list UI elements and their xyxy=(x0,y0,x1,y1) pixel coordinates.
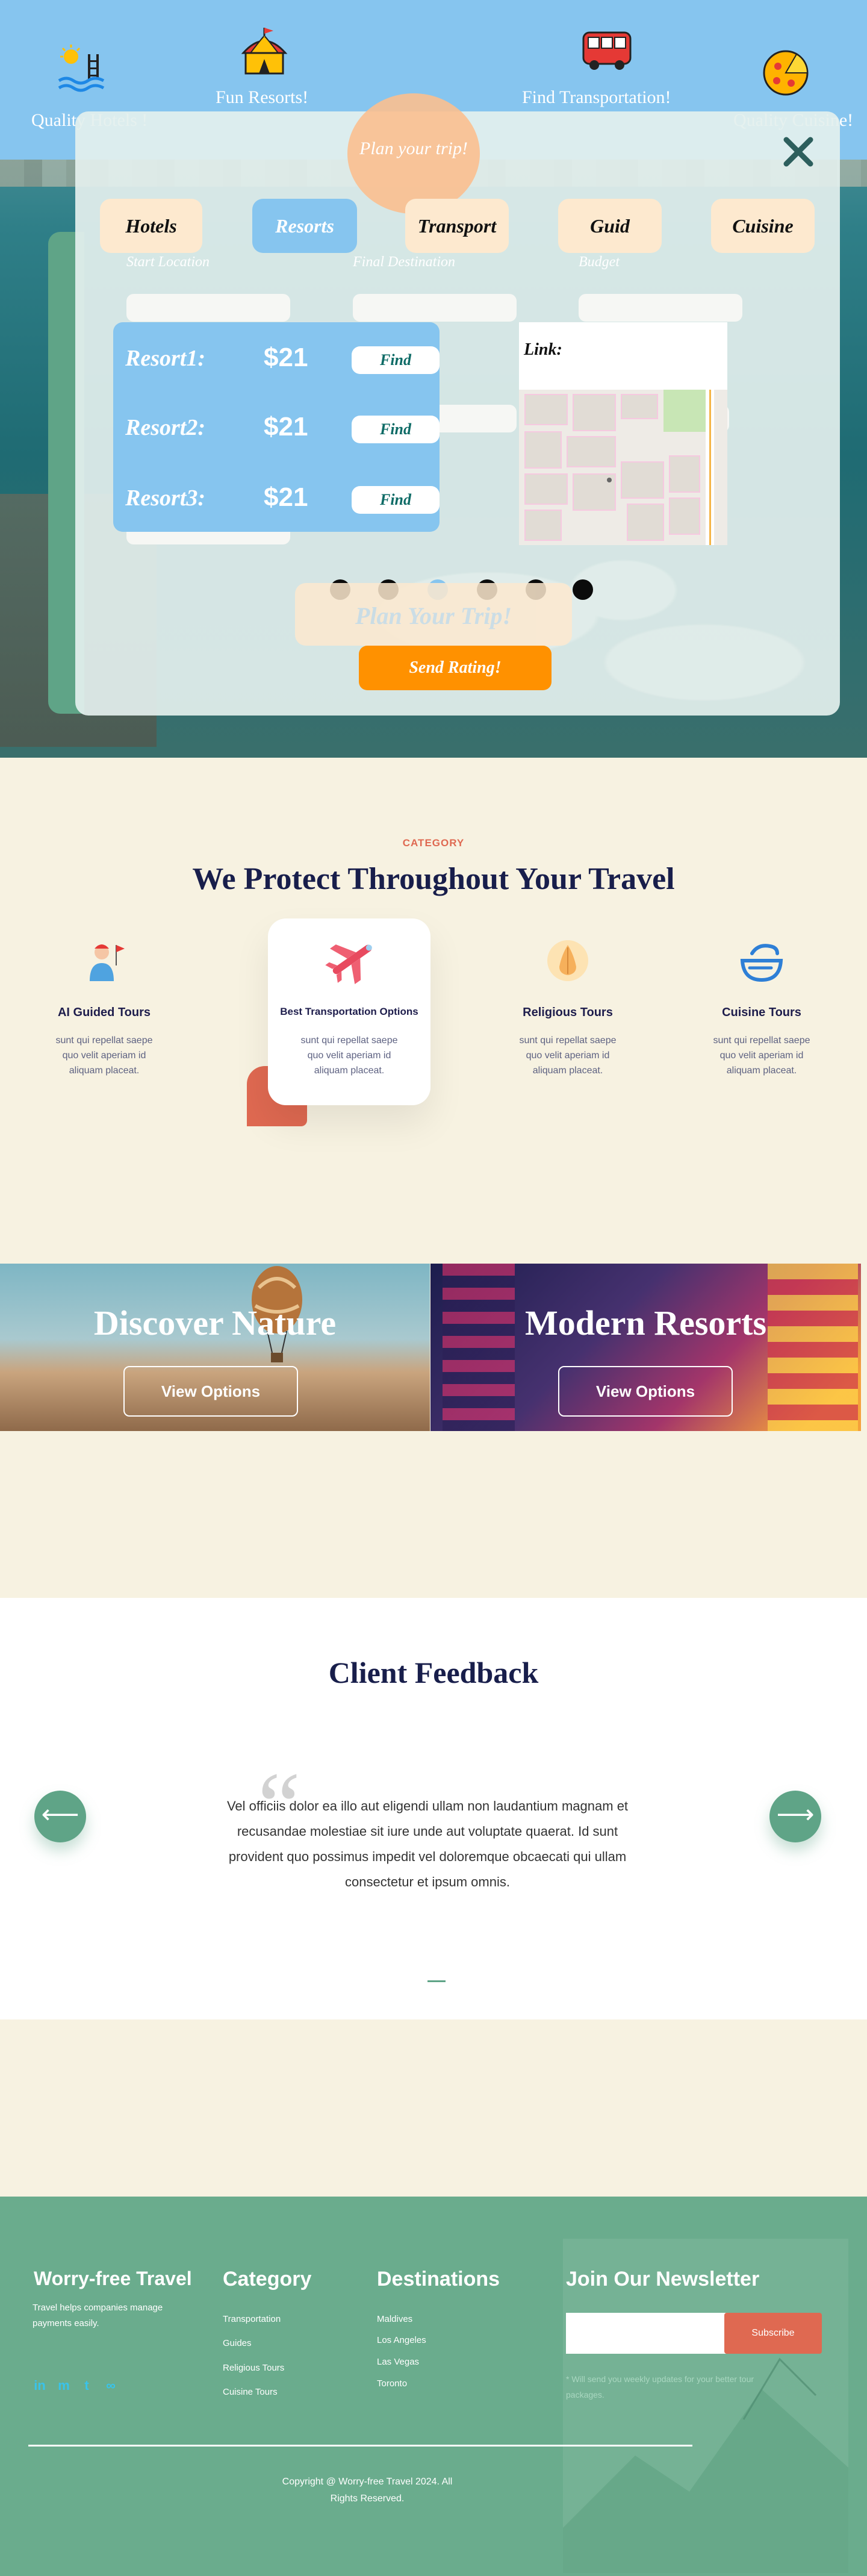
promo-title: Discover Nature xyxy=(93,1303,337,1343)
footer-link[interactable]: Transportation xyxy=(223,2314,281,2324)
category-name: AI Guided Tours xyxy=(57,1006,151,1019)
infinity-icon[interactable]: ∞ xyxy=(102,2377,119,2394)
tab-cuisine[interactable]: Cuisine xyxy=(711,199,815,253)
tent-icon xyxy=(241,28,288,75)
tab-transport[interactable]: Transport xyxy=(405,199,509,253)
category-desc: sunt qui repellat saepe quo velit aperia… xyxy=(519,1035,617,1076)
praying-hands-icon xyxy=(547,940,588,981)
newsletter-heading: Join Our Newsletter xyxy=(566,2268,760,2291)
category-name: Religious Tours xyxy=(523,1006,613,1019)
close-icon[interactable] xyxy=(780,134,816,170)
promo-modern-resorts: Modern Resorts View Options xyxy=(430,1264,861,1431)
footer-link[interactable]: Cuisine Tours xyxy=(223,2387,278,2397)
category-card-transportation[interactable]: Best Transportation Options sunt qui rep… xyxy=(268,918,430,1105)
map-panel: Link: xyxy=(519,322,727,545)
twitter-icon[interactable]: t xyxy=(78,2377,95,2394)
carousel-dot[interactable] xyxy=(573,579,593,600)
map-image[interactable] xyxy=(519,390,727,545)
feedback-quote: Vel officiis dolor ea illo aut eligendi … xyxy=(226,1798,629,1889)
category-card-ai-guided[interactable]: AI Guided Tours sunt qui repellat saepe … xyxy=(23,918,185,1105)
final-destination-label: Final Destination xyxy=(353,254,455,270)
find-resort-button[interactable]: Find xyxy=(352,486,440,514)
messenger-icon[interactable]: m xyxy=(55,2377,72,2394)
hotel-pool-icon xyxy=(58,45,105,92)
footer-link[interactable]: Guides xyxy=(223,2338,252,2348)
pizza-icon xyxy=(763,50,809,96)
plan-your-trip-button[interactable]: Plan Your Trip! xyxy=(295,583,572,646)
resort-name: Resort2: xyxy=(125,415,205,440)
view-options-button[interactable]: View Options xyxy=(558,1366,733,1417)
site-footer: Worry-free Travel Travel helps companies… xyxy=(0,2197,867,2576)
promo-discover-nature: Discover Nature View Options xyxy=(0,1264,430,1431)
resort-row: Resort3: $21 Find xyxy=(125,480,440,516)
view-options-button[interactable]: View Options xyxy=(123,1366,298,1417)
feedback-indicator xyxy=(427,1980,446,1982)
bus-icon xyxy=(582,31,632,70)
tab-resorts[interactable]: Resorts xyxy=(252,199,357,253)
cuisine-bowl-icon xyxy=(740,944,783,982)
resort-row: Resort1: $21 Find xyxy=(125,340,440,376)
newsletter-note: * Will send you weekly updates for your … xyxy=(566,2374,754,2400)
category-desc: sunt qui repellat saepe quo velit aperia… xyxy=(300,1035,398,1076)
find-resort-button[interactable]: Find xyxy=(352,346,440,374)
tab-hotels[interactable]: Hotels xyxy=(100,199,202,253)
resort-name: Resort3: xyxy=(125,485,205,511)
guide-person-icon xyxy=(90,944,125,981)
footer-destinations-heading: Destinations xyxy=(377,2268,500,2291)
budget-label: Budget xyxy=(579,254,620,270)
airplane-icon xyxy=(325,944,372,984)
footer-link[interactable]: Toronto xyxy=(377,2378,407,2389)
category-desc: sunt qui repellat saepe quo velit aperia… xyxy=(55,1035,153,1076)
footer-brand: Worry-free Travel xyxy=(34,2268,192,2289)
find-resort-button[interactable]: Find xyxy=(352,416,440,443)
footer-tagline: Travel helps companies manage payments e… xyxy=(33,2303,163,2328)
newsletter-email-input[interactable] xyxy=(566,2313,738,2354)
copyright-text: Copyright @ Worry-free Travel 2024. All … xyxy=(282,2477,453,2504)
category-title: We Protect Throughout Your Travel xyxy=(192,862,675,896)
send-rating-button[interactable]: Send Rating! xyxy=(359,646,552,690)
category-name: Cuisine Tours xyxy=(722,1006,801,1019)
resort-name: Resort1: xyxy=(125,346,205,371)
category-desc: sunt qui repellat saepe quo velit aperia… xyxy=(713,1035,810,1076)
resort-row: Resort2: $21 Find xyxy=(125,410,440,446)
map-link-label: Link: xyxy=(524,340,562,359)
topbar-label-resorts: Fun Resorts! xyxy=(216,87,309,107)
footer-link[interactable]: Religious Tours xyxy=(223,2363,284,2373)
footer-link[interactable]: Maldives xyxy=(377,2314,412,2324)
neon-signs-left xyxy=(443,1264,515,1431)
budget-input[interactable] xyxy=(579,294,742,322)
footer-link[interactable]: Las Vegas xyxy=(377,2357,419,2367)
footer-link[interactable]: Los Angeles xyxy=(377,2335,426,2345)
prev-arrow-button[interactable]: ⟵ xyxy=(34,1791,86,1842)
linkedin-icon[interactable]: in xyxy=(31,2377,48,2394)
topbar-label-transport: Find Transportation! xyxy=(522,87,671,107)
feedback-title: Client Feedback xyxy=(328,1656,539,1689)
category-name: Best Transportation Options xyxy=(280,1006,418,1017)
footer-category-heading: Category xyxy=(223,2268,312,2291)
promo-title: Modern Resorts xyxy=(524,1303,767,1343)
resort-price: $21 xyxy=(264,412,308,441)
category-eyebrow: CATEGORY xyxy=(402,837,465,849)
plan-trip-title: Plan your trip! xyxy=(359,139,468,158)
category-card-religious[interactable]: Religious Tours sunt qui repellat saepe … xyxy=(486,918,649,1105)
resort-price: $21 xyxy=(264,482,308,512)
next-arrow-button[interactable]: ⟶ xyxy=(769,1791,821,1842)
client-feedback-section: Client Feedback “ Vel officiis dolor ea … xyxy=(0,1598,867,2019)
final-destination-input[interactable] xyxy=(353,294,517,322)
category-card-cuisine[interactable]: Cuisine Tours sunt qui repellat saepe qu… xyxy=(680,918,843,1105)
tab-guid[interactable]: Guid xyxy=(558,199,662,253)
footer-divider xyxy=(28,2445,692,2447)
resort-results-card: Resort1: $21 Find Resort2: $21 Find Reso… xyxy=(113,322,440,532)
resort-price: $21 xyxy=(264,343,308,372)
start-location-label: Start Location xyxy=(126,254,210,270)
subscribe-button[interactable]: Subscribe xyxy=(724,2313,822,2354)
start-location-input[interactable] xyxy=(126,294,290,322)
neon-signs-right xyxy=(768,1264,858,1431)
